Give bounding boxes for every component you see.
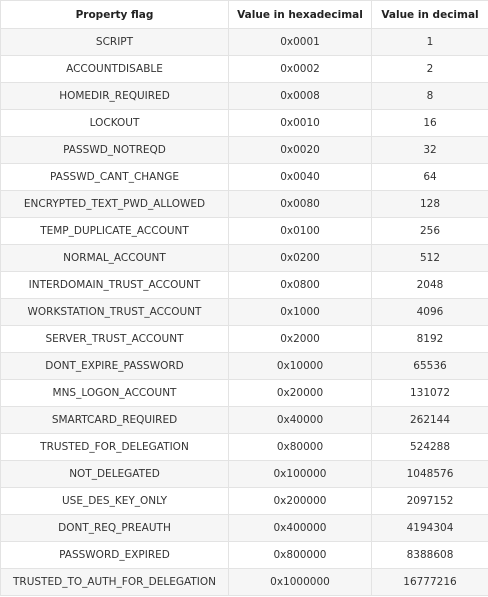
table-row: INTERDOMAIN_TRUST_ACCOUNT 0x0800 2048 bbox=[0, 271, 488, 299]
table-row: TRUSTED_TO_AUTH_FOR_DELEGATION 0x1000000 1… bbox=[0, 568, 488, 596]
hex-value-cell: 0x0100 bbox=[228, 217, 372, 245]
hex-value-cell: 0x0200 bbox=[228, 244, 372, 272]
property-flag-cell: INTERDOMAIN_TRUST_ACCOUNT bbox=[0, 271, 229, 299]
decimal-value-cell: 2097152 bbox=[371, 487, 488, 515]
header-value-decimal: Value in decimal bbox=[371, 0, 488, 29]
table-row: WORKSTATION_TRUST_ACCOUNT 0x1000 4096 bbox=[0, 298, 488, 326]
header-value-hexadecimal: Value in hexadecimal bbox=[228, 0, 372, 29]
hex-value-cell: 0x400000 bbox=[228, 514, 372, 542]
hex-value-cell: 0x80000 bbox=[228, 433, 372, 461]
table-row: SERVER_TRUST_ACCOUNT 0x2000 8192 bbox=[0, 325, 488, 353]
header-row: Property flag Value in hexadecimal Value… bbox=[0, 0, 488, 29]
hex-value-cell: 0x20000 bbox=[228, 379, 372, 407]
property-flag-cell: NORMAL_ACCOUNT bbox=[0, 244, 229, 272]
property-flag-cell: WORKSTATION_TRUST_ACCOUNT bbox=[0, 298, 229, 326]
hex-value-cell: 0x0010 bbox=[228, 109, 372, 137]
hex-value-cell: 0x0080 bbox=[228, 190, 372, 218]
hex-value-cell: 0x0002 bbox=[228, 55, 372, 83]
property-flag-cell: PASSWD_CANT_CHANGE bbox=[0, 163, 229, 191]
table-row: NORMAL_ACCOUNT 0x0200 512 bbox=[0, 244, 488, 272]
decimal-value-cell: 262144 bbox=[371, 406, 488, 434]
property-flag-cell: LOCKOUT bbox=[0, 109, 229, 137]
decimal-value-cell: 4096 bbox=[371, 298, 488, 326]
hex-value-cell: 0x40000 bbox=[228, 406, 372, 434]
property-flag-cell: PASSWORD_EXPIRED bbox=[0, 541, 229, 569]
hex-value-cell: 0x200000 bbox=[228, 487, 372, 515]
property-flag-cell: NOT_DELEGATED bbox=[0, 460, 229, 488]
hex-value-cell: 0x1000000 bbox=[228, 568, 372, 596]
hex-value-cell: 0x1000 bbox=[228, 298, 372, 326]
property-flag-cell: HOMEDIR_REQUIRED bbox=[0, 82, 229, 110]
table-row: SCRIPT 0x0001 1 bbox=[0, 28, 488, 56]
table-row: ENCRYPTED_TEXT_PWD_ALLOWED 0x0080 128 bbox=[0, 190, 488, 218]
decimal-value-cell: 1 bbox=[371, 28, 488, 56]
property-flag-cell: USE_DES_KEY_ONLY bbox=[0, 487, 229, 515]
property-flag-cell: ACCOUNTDISABLE bbox=[0, 55, 229, 83]
decimal-value-cell: 2048 bbox=[371, 271, 488, 299]
decimal-value-cell: 4194304 bbox=[371, 514, 488, 542]
table-row: HOMEDIR_REQUIRED 0x0008 8 bbox=[0, 82, 488, 110]
hex-value-cell: 0x800000 bbox=[228, 541, 372, 569]
table-row: LOCKOUT 0x0010 16 bbox=[0, 109, 488, 137]
table-row: DONT_REQ_PREAUTH 0x400000 4194304 bbox=[0, 514, 488, 542]
hex-value-cell: 0x10000 bbox=[228, 352, 372, 380]
table-row: DONT_EXPIRE_PASSWORD 0x10000 65536 bbox=[0, 352, 488, 380]
decimal-value-cell: 8192 bbox=[371, 325, 488, 353]
hex-value-cell: 0x0001 bbox=[228, 28, 372, 56]
decimal-value-cell: 64 bbox=[371, 163, 488, 191]
decimal-value-cell: 256 bbox=[371, 217, 488, 245]
property-flag-cell: PASSWD_NOTREQD bbox=[0, 136, 229, 164]
hex-value-cell: 0x100000 bbox=[228, 460, 372, 488]
decimal-value-cell: 1048576 bbox=[371, 460, 488, 488]
hex-value-cell: 0x0040 bbox=[228, 163, 372, 191]
property-flag-cell: MNS_LOGON_ACCOUNT bbox=[0, 379, 229, 407]
decimal-value-cell: 65536 bbox=[371, 352, 488, 380]
table-row: PASSWD_CANT_CHANGE 0x0040 64 bbox=[0, 163, 488, 191]
table-row: NOT_DELEGATED 0x100000 1048576 bbox=[0, 460, 488, 488]
decimal-value-cell: 128 bbox=[371, 190, 488, 218]
decimal-value-cell: 16 bbox=[371, 109, 488, 137]
property-flag-cell: TRUSTED_TO_AUTH_FOR_DELEGATION bbox=[0, 568, 229, 596]
table-header: Property flag Value in hexadecimal Value… bbox=[0, 0, 488, 29]
table-row: PASSWD_NOTREQD 0x0020 32 bbox=[0, 136, 488, 164]
table-row: PASSWORD_EXPIRED 0x800000 8388608 bbox=[0, 541, 488, 569]
property-flag-cell: TRUSTED_FOR_DELEGATION bbox=[0, 433, 229, 461]
property-flag-cell: SCRIPT bbox=[0, 28, 229, 56]
decimal-value-cell: 32 bbox=[371, 136, 488, 164]
table-row: SMARTCARD_REQUIRED 0x40000 262144 bbox=[0, 406, 488, 434]
property-flag-cell: SERVER_TRUST_ACCOUNT bbox=[0, 325, 229, 353]
table-body: SCRIPT 0x0001 1 ACCOUNTDISABLE 0x0002 2 HOMEDI… bbox=[0, 28, 488, 596]
decimal-value-cell: 131072 bbox=[371, 379, 488, 407]
table-row: USE_DES_KEY_ONLY 0x200000 2097152 bbox=[0, 487, 488, 515]
table-row: TEMP_DUPLICATE_ACCOUNT 0x0100 256 bbox=[0, 217, 488, 245]
decimal-value-cell: 512 bbox=[371, 244, 488, 272]
property-flag-cell: DONT_EXPIRE_PASSWORD bbox=[0, 352, 229, 380]
hex-value-cell: 0x0800 bbox=[228, 271, 372, 299]
header-property-flag: Property flag bbox=[0, 0, 229, 29]
decimal-value-cell: 8 bbox=[371, 82, 488, 110]
property-flag-cell: TEMP_DUPLICATE_ACCOUNT bbox=[0, 217, 229, 245]
property-flag-cell: ENCRYPTED_TEXT_PWD_ALLOWED bbox=[0, 190, 229, 218]
hex-value-cell: 0x0020 bbox=[228, 136, 372, 164]
decimal-value-cell: 8388608 bbox=[371, 541, 488, 569]
table-row: ACCOUNTDISABLE 0x0002 2 bbox=[0, 55, 488, 83]
decimal-value-cell: 2 bbox=[371, 55, 488, 83]
table-row: TRUSTED_FOR_DELEGATION 0x80000 524288 bbox=[0, 433, 488, 461]
property-flag-cell: SMARTCARD_REQUIRED bbox=[0, 406, 229, 434]
hex-value-cell: 0x2000 bbox=[228, 325, 372, 353]
decimal-value-cell: 524288 bbox=[371, 433, 488, 461]
user-account-control-flags-table: Property flag Value in hexadecimal Value… bbox=[0, 0, 488, 596]
property-flag-cell: DONT_REQ_PREAUTH bbox=[0, 514, 229, 542]
table-row: MNS_LOGON_ACCOUNT 0x20000 131072 bbox=[0, 379, 488, 407]
hex-value-cell: 0x0008 bbox=[228, 82, 372, 110]
decimal-value-cell: 16777216 bbox=[371, 568, 488, 596]
